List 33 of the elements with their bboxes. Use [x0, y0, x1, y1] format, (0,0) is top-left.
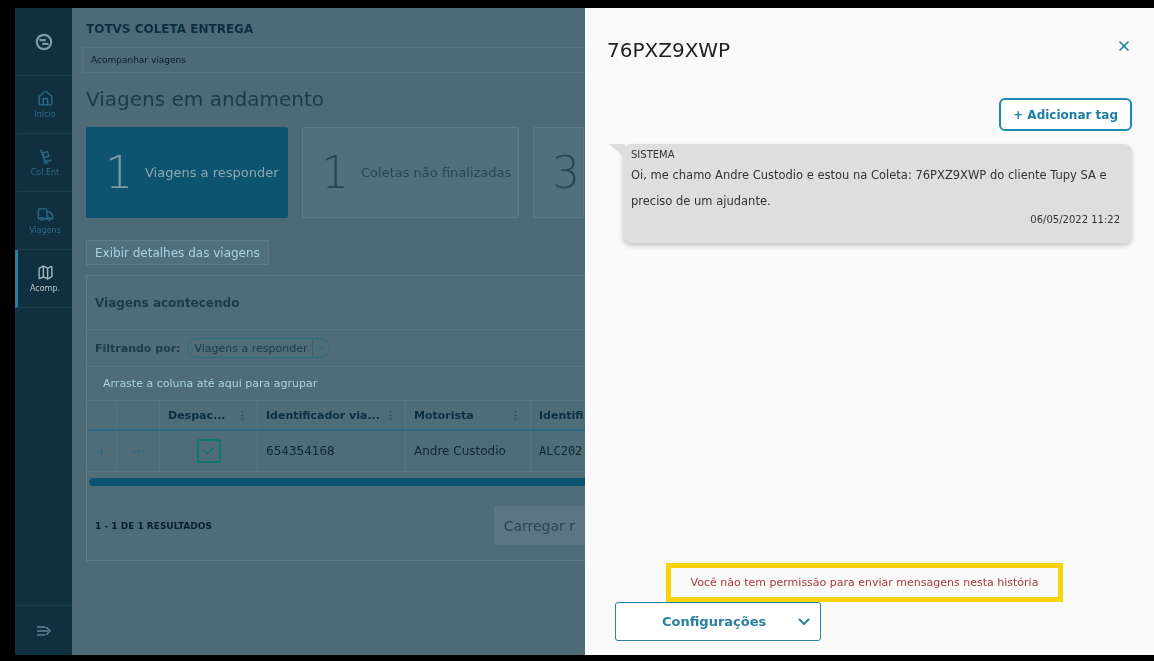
- expand-icon[interactable]: [95, 444, 108, 458]
- card-label: Viagens a responder: [145, 165, 279, 180]
- add-tag-button[interactable]: + Adicionar tag: [999, 98, 1132, 131]
- settings-button[interactable]: Configurações: [615, 602, 821, 641]
- permission-notice: Você não tem permissão para enviar mensagens nesta história: [665, 563, 1064, 602]
- chevron-down-icon: [798, 618, 810, 625]
- drawer-title: 76PXZ9XWP: [607, 38, 731, 62]
- app-title: TOTVS COLETA ENTREGA: [86, 22, 255, 38]
- close-icon[interactable]: [1116, 38, 1132, 54]
- column-header[interactable]: Identificador via...: [266, 408, 380, 422]
- scrollbar[interactable]: [89, 478, 585, 486]
- table-cell: ALC202: [539, 444, 583, 458]
- check-icon: [201, 444, 216, 458]
- results-count: 1 - 1 DE 1 RESULTADOS: [95, 520, 212, 531]
- message-time: 06/05/2022 11:22: [1029, 214, 1120, 225]
- details-button[interactable]: Exibir detalhes das viagens: [86, 240, 269, 265]
- column-header[interactable]: Motorista: [414, 408, 474, 422]
- checkbox[interactable]: [196, 439, 221, 463]
- column-header[interactable]: Identifi: [539, 408, 584, 422]
- logo-icon: [34, 32, 53, 51]
- table-cell: Andre Custodio: [414, 444, 506, 458]
- map-icon: [36, 264, 54, 281]
- table-cell: 654354168: [266, 444, 335, 458]
- card-count: 1: [105, 147, 133, 198]
- message-sender: SISTEMA: [631, 149, 676, 160]
- breadcrumb[interactable]: Acompanhar viagens: [91, 55, 186, 65]
- truck-icon: [36, 206, 54, 223]
- message-text: Oi, me chamo Andre Custodio e estou na Coleta: 76PXZ9XWP do cliente Tupy SA e preciso de um ajudante.: [631, 167, 1108, 210]
- summary-card[interactable]: 1 Viagens a responder: [86, 127, 288, 218]
- expand-menu-icon[interactable]: [35, 624, 52, 637]
- home-icon: [36, 90, 54, 107]
- column-header[interactable]: Despac...: [168, 408, 226, 422]
- group-hint: Arraste a coluna até aqui para agrupar: [103, 377, 318, 390]
